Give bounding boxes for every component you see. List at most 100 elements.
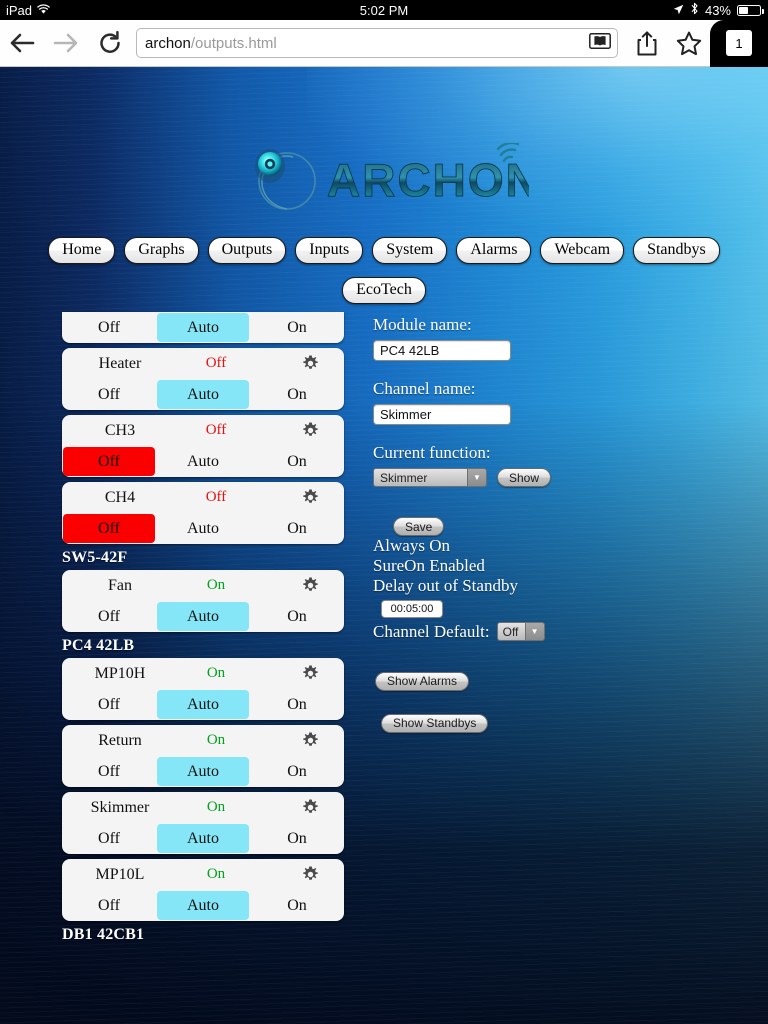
channel-mode-buttons: Off Auto On xyxy=(62,312,344,343)
output-channel-card: Heater Off Off Auto On xyxy=(62,348,344,410)
mode-button-off[interactable]: Off xyxy=(63,313,155,342)
mode-button-auto[interactable]: Auto xyxy=(157,313,249,342)
channel-settings-button[interactable] xyxy=(284,577,336,594)
mode-button-on[interactable]: On xyxy=(251,690,343,719)
channel-state-label: On xyxy=(206,665,226,681)
module-name-input[interactable]: PC4 42LB xyxy=(373,340,511,361)
channel-mode-buttons: Off Auto On xyxy=(62,890,344,921)
battery-icon xyxy=(737,4,764,16)
site-logo[interactable]: ARCHON xyxy=(0,143,768,215)
mode-button-on[interactable]: On xyxy=(251,514,343,543)
nav-item-inputs[interactable]: Inputs xyxy=(295,237,364,264)
nav-item-system[interactable]: System xyxy=(372,237,448,264)
channel-detail-panel: Module name: PC4 42LB Channel name: Skim… xyxy=(373,315,703,733)
forward-arrow-icon xyxy=(53,33,78,53)
mode-button-auto[interactable]: Auto xyxy=(157,602,249,631)
channel-settings-button[interactable] xyxy=(284,732,336,749)
mode-button-on[interactable]: On xyxy=(251,757,343,786)
nav-item-alarms[interactable]: Alarms xyxy=(456,237,532,264)
channel-mode-buttons: Off Auto On xyxy=(62,689,344,720)
url-path: /outputs.html xyxy=(190,34,277,52)
mode-button-off[interactable]: Off xyxy=(63,757,155,786)
channel-state-label: Off xyxy=(205,355,227,371)
channel-mode-buttons: Off Auto On xyxy=(62,756,344,787)
main-navigation: Home Graphs Outputs Inputs System Alarms… xyxy=(0,237,768,264)
channel-header: CH3 Off xyxy=(62,415,344,446)
current-function-select[interactable]: Skimmer ▼ xyxy=(373,468,487,487)
delay-out-of-standby-input[interactable]: 00:05:00 xyxy=(381,599,443,618)
channel-settings-button[interactable] xyxy=(284,355,336,372)
channel-default-value: Off xyxy=(497,623,525,641)
mode-button-on[interactable]: On xyxy=(251,313,343,342)
outputs-list: Off Auto On Heater Off Off Auto On CH3 O… xyxy=(62,312,344,947)
nav-item-standbys[interactable]: Standbys xyxy=(633,237,720,264)
browser-toolbar: archon/outputs.html 1 xyxy=(0,19,768,67)
mode-button-off[interactable]: Off xyxy=(63,824,155,853)
archon-swirl-icon xyxy=(255,149,316,210)
reader-view-icon[interactable] xyxy=(589,33,611,53)
output-channel-card: CH4 Off Off Auto On xyxy=(62,482,344,544)
mode-button-on[interactable]: On xyxy=(251,602,343,631)
channel-name-input[interactable]: Skimmer xyxy=(373,404,511,425)
show-standbys-button[interactable]: Show Standbys xyxy=(381,713,489,733)
bookmark-star-icon xyxy=(676,31,702,55)
gear-icon xyxy=(302,355,318,369)
mode-button-off[interactable]: Off xyxy=(63,514,155,543)
channel-name-label: Fan xyxy=(108,576,132,594)
channel-header: Return On xyxy=(62,725,344,756)
mode-button-on[interactable]: On xyxy=(251,447,343,476)
gear-icon xyxy=(302,732,318,746)
show-function-button[interactable]: Show xyxy=(497,468,552,487)
mode-button-auto[interactable]: Auto xyxy=(157,824,249,853)
mode-button-on[interactable]: On xyxy=(251,824,343,853)
mode-button-on[interactable]: On xyxy=(251,891,343,920)
channel-settings-button[interactable] xyxy=(284,422,336,439)
forward-button[interactable] xyxy=(44,21,88,65)
nav-item-home[interactable]: Home xyxy=(48,237,116,264)
address-bar[interactable]: archon/outputs.html xyxy=(136,28,618,58)
channel-header: CH4 Off xyxy=(62,482,344,513)
mode-button-auto[interactable]: Auto xyxy=(157,690,249,719)
nav-item-ecotech[interactable]: EcoTech xyxy=(342,277,426,304)
channel-default-label: Channel Default: xyxy=(373,621,490,641)
reload-button[interactable] xyxy=(88,21,132,65)
bookmark-button[interactable] xyxy=(668,21,710,65)
mode-button-off[interactable]: Off xyxy=(63,447,155,476)
tab-count-button[interactable]: 1 xyxy=(710,19,768,67)
save-button[interactable]: Save xyxy=(393,517,445,536)
share-button[interactable] xyxy=(626,21,668,65)
show-alarms-button[interactable]: Show Alarms xyxy=(375,671,470,691)
mode-button-off[interactable]: Off xyxy=(63,690,155,719)
sureon-status: SureOn Enabled xyxy=(373,555,485,575)
mode-button-auto[interactable]: Auto xyxy=(157,447,249,476)
gear-icon xyxy=(302,422,318,436)
channel-settings-button[interactable] xyxy=(284,866,336,883)
share-icon xyxy=(637,30,657,55)
mode-button-off[interactable]: Off xyxy=(63,891,155,920)
channel-settings-button[interactable] xyxy=(284,489,336,506)
nav-item-webcam[interactable]: Webcam xyxy=(540,237,625,264)
gear-icon xyxy=(302,577,318,591)
mode-button-auto[interactable]: Auto xyxy=(157,891,249,920)
mode-button-off[interactable]: Off xyxy=(63,380,155,409)
back-button[interactable] xyxy=(0,21,44,65)
back-arrow-icon xyxy=(10,33,35,53)
mode-button-off[interactable]: Off xyxy=(63,602,155,631)
channel-name-label: MP10L xyxy=(95,865,145,883)
channel-default-row: Channel Default: Off ▼ xyxy=(373,622,703,642)
mode-button-on[interactable]: On xyxy=(251,380,343,409)
output-channel-card: Skimmer On Off Auto On xyxy=(62,792,344,854)
channel-mode-buttons: Off Auto On xyxy=(62,513,344,544)
channel-settings-button[interactable] xyxy=(284,799,336,816)
output-channel-card: Fan On Off Auto On xyxy=(62,570,344,632)
channel-header: Fan On xyxy=(62,570,344,601)
channel-name-label: Return xyxy=(98,731,142,749)
mode-button-auto[interactable]: Auto xyxy=(157,380,249,409)
mode-button-auto[interactable]: Auto xyxy=(157,757,249,786)
channel-settings-button[interactable] xyxy=(284,665,336,682)
mode-button-auto[interactable]: Auto xyxy=(157,514,249,543)
channel-state-label: On xyxy=(206,732,226,748)
nav-item-graphs[interactable]: Graphs xyxy=(124,237,199,264)
nav-item-outputs[interactable]: Outputs xyxy=(207,237,287,264)
channel-default-select[interactable]: Off ▼ xyxy=(496,622,545,642)
